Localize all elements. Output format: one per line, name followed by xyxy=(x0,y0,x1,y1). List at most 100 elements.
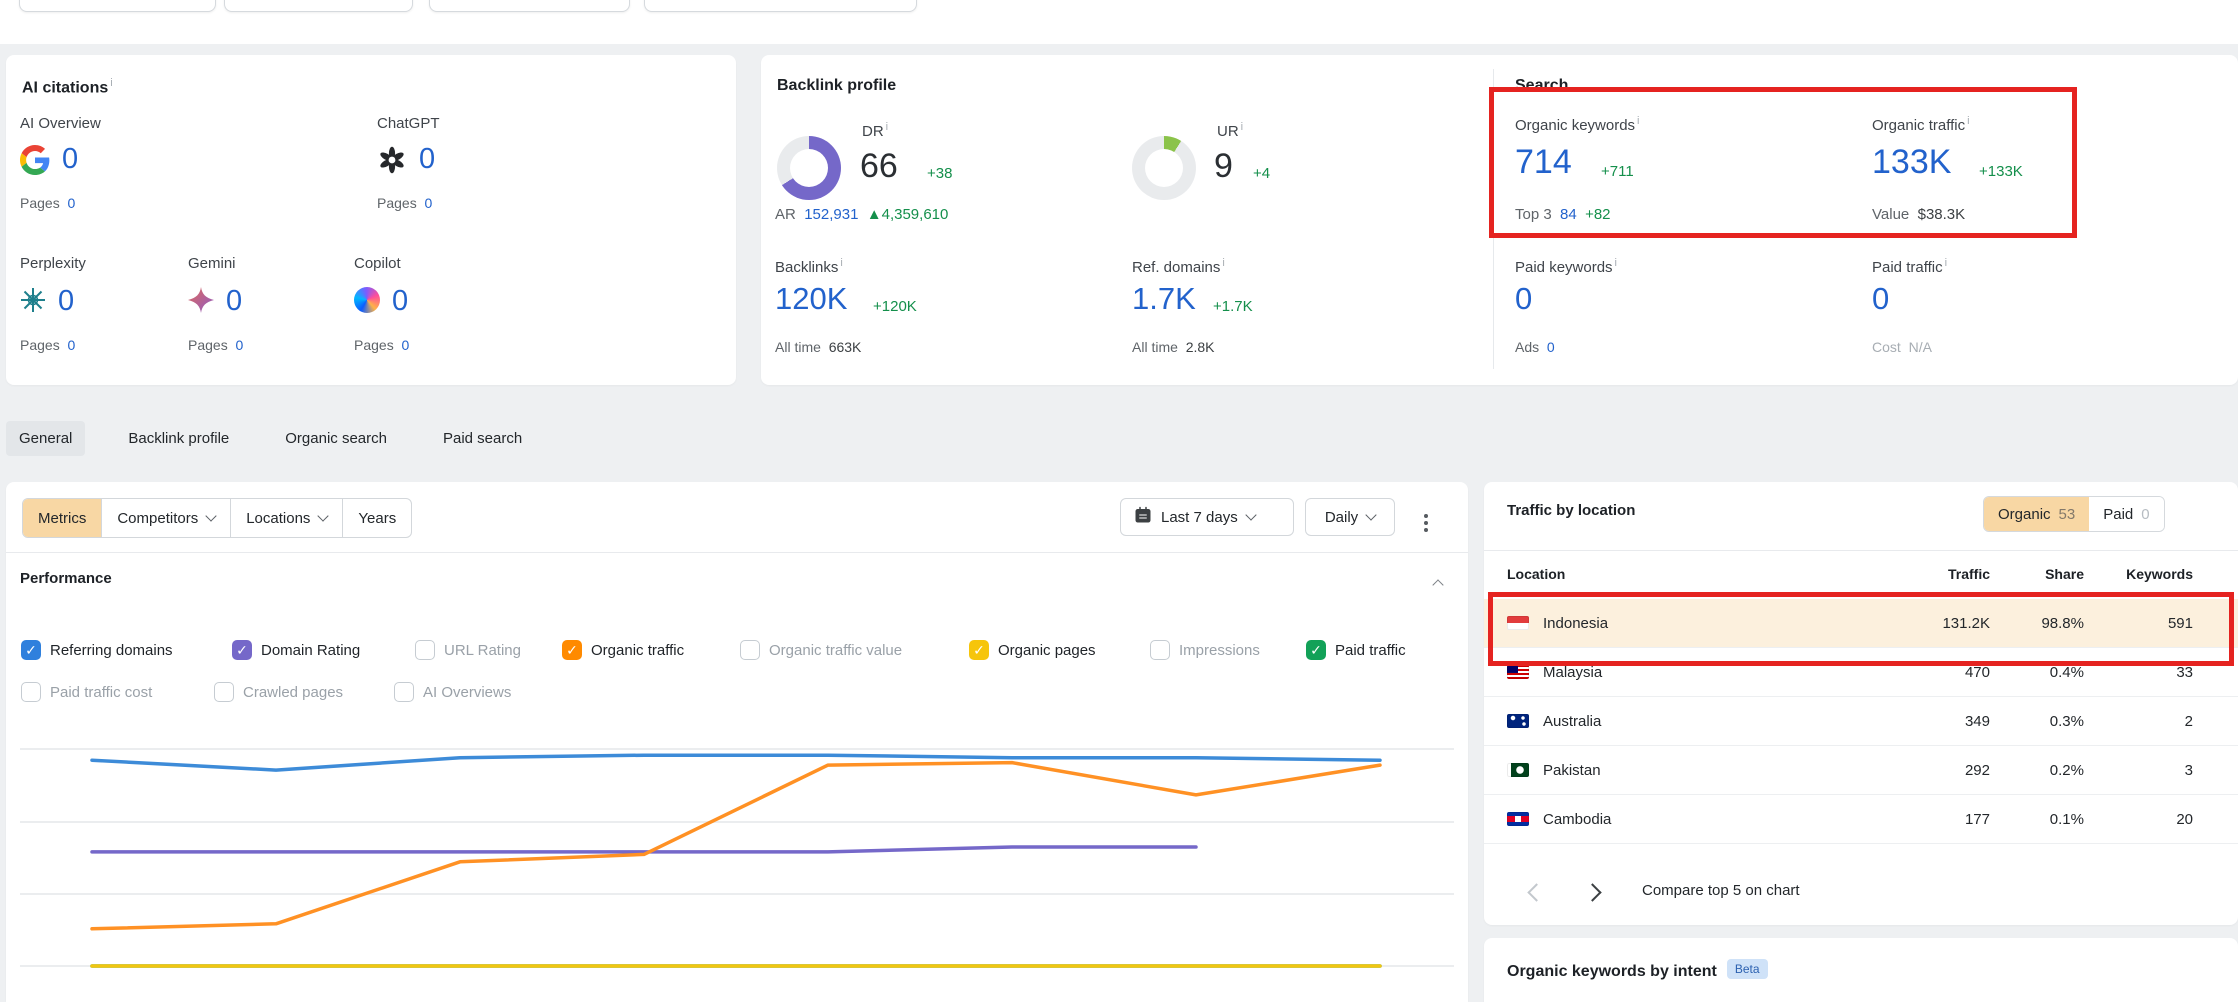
traffic-by-location-title: Traffic by location xyxy=(1507,502,1635,519)
beta-badge: Beta xyxy=(1727,959,1768,979)
section-divider xyxy=(1493,69,1494,369)
chart-line-domain-rating xyxy=(92,847,1196,852)
location-row-cambodia[interactable]: Cambodia 177 0.1% 20 xyxy=(1484,795,2238,844)
domain-overview-page: AI citationsi AI Overview 0 Pages 0 Chat… xyxy=(0,0,2238,1002)
gemini-icon xyxy=(188,287,214,318)
ads-line: Ads 0 xyxy=(1515,339,1555,355)
share-value: 0.3% xyxy=(2050,713,2084,730)
top-input-4[interactable] xyxy=(644,0,917,12)
australia-flag-icon xyxy=(1507,714,1529,728)
next-page-chevron-icon[interactable] xyxy=(1583,883,1601,901)
backlink-profile-title: Backlink profile xyxy=(777,77,896,95)
cost-line: Cost N/A xyxy=(1872,339,1932,355)
organic-traffic-label: Organic traffici xyxy=(1872,115,1970,134)
share-value: 0.4% xyxy=(2050,664,2084,681)
location-row-indonesia[interactable]: Indonesia 131.2K 98.8% 591 xyxy=(1484,599,2238,648)
dr-value: 66 xyxy=(860,147,898,186)
ai-overview-label: AI Overview xyxy=(20,115,101,132)
copilot-pages: Pages 0 xyxy=(354,337,409,353)
ai-citations-card: AI citationsi AI Overview 0 Pages 0 Chat… xyxy=(6,55,736,385)
top-input-1[interactable] xyxy=(19,0,216,12)
ur-value: 9 xyxy=(1214,147,1233,186)
keywords-link[interactable]: 3 xyxy=(2185,762,2193,779)
paid-keywords-label: Paid keywordsi xyxy=(1515,257,1617,276)
prev-page-chevron-icon[interactable] xyxy=(1527,883,1545,901)
intent-title: Organic keywords by intentBeta xyxy=(1507,962,1768,981)
ai-overview-pages: Pages 0 xyxy=(20,195,75,211)
organic-keywords-label: Organic keywordsi xyxy=(1515,115,1640,134)
gemini-pages: Pages 0 xyxy=(188,337,243,353)
info-icon[interactable]: i xyxy=(1967,115,1969,127)
backlinks-value[interactable]: 120K xyxy=(775,281,847,317)
chatgpt-pages: Pages 0 xyxy=(377,195,432,211)
malaysia-flag-icon xyxy=(1507,665,1529,679)
column-header-keywords: Keywords xyxy=(2126,566,2193,582)
tab-organic-search[interactable]: Organic search xyxy=(272,421,400,456)
info-icon[interactable]: i xyxy=(1615,257,1617,269)
location-row-malaysia[interactable]: Malaysia 470 0.4% 33 xyxy=(1484,648,2238,697)
backlinks-label: Backlinksi xyxy=(775,257,843,276)
ai-overview-value[interactable]: 0 xyxy=(62,143,78,176)
top-input-3[interactable] xyxy=(429,0,630,12)
ur-donut-chart xyxy=(1132,136,1196,200)
traffic-value: 177 xyxy=(1965,811,1990,828)
copilot-value[interactable]: 0 xyxy=(392,285,408,318)
organic-keywords-value[interactable]: 714 xyxy=(1515,143,1572,182)
organic-traffic-value[interactable]: 133K xyxy=(1872,143,1951,182)
traffic-by-location-card: Traffic by location Organic53 Paid0 Loca… xyxy=(1484,482,2238,925)
paid-traffic-value[interactable]: 0 xyxy=(1872,281,1889,317)
toggle-paid[interactable]: Paid0 xyxy=(2089,497,2163,531)
organic-paid-toggle: Organic53 Paid0 xyxy=(1983,496,2165,532)
chatgpt-label: ChatGPT xyxy=(377,115,440,132)
ar-line: AR 152,931 ▲4,359,610 xyxy=(775,206,948,223)
location-row-australia[interactable]: Australia 349 0.3% 2 xyxy=(1484,697,2238,746)
report-tabs: General Backlink profile Organic search … xyxy=(6,421,535,456)
info-icon[interactable]: i xyxy=(886,121,888,133)
tab-backlink-profile[interactable]: Backlink profile xyxy=(115,421,242,456)
info-icon[interactable]: i xyxy=(1222,257,1224,269)
divider xyxy=(1484,550,2238,551)
chatgpt-icon xyxy=(377,145,407,180)
info-icon[interactable]: i xyxy=(1241,121,1243,133)
column-header-traffic: Traffic xyxy=(1948,566,1990,582)
keywords-by-intent-card: Organic keywords by intentBeta xyxy=(1484,938,2238,1002)
column-header-location: Location xyxy=(1507,566,1565,582)
tab-general[interactable]: General xyxy=(6,421,85,456)
info-icon[interactable]: i xyxy=(110,77,112,89)
gemini-label: Gemini xyxy=(188,255,236,272)
organic-traffic-delta: +133K xyxy=(1979,163,2023,180)
top-input-2[interactable] xyxy=(224,0,413,12)
perplexity-pages: Pages 0 xyxy=(20,337,75,353)
info-icon[interactable]: i xyxy=(840,257,842,269)
performance-line-chart[interactable] xyxy=(6,482,1468,1002)
ref-domains-value[interactable]: 1.7K xyxy=(1132,281,1196,317)
pakistan-flag-icon xyxy=(1507,763,1529,777)
info-icon[interactable]: i xyxy=(1945,257,1947,269)
perplexity-value[interactable]: 0 xyxy=(58,285,74,318)
compare-top5-link[interactable]: Compare top 5 on chart xyxy=(1642,882,1800,899)
traffic-value-line: Value $38.3K xyxy=(1872,206,1965,223)
chatgpt-value[interactable]: 0 xyxy=(419,143,435,176)
share-value: 0.1% xyxy=(2050,811,2084,828)
share-value: 0.2% xyxy=(2050,762,2084,779)
tab-paid-search[interactable]: Paid search xyxy=(430,421,535,456)
traffic-value: 131.2K xyxy=(1942,615,1990,632)
ai-citations-title: AI citationsi xyxy=(22,77,113,97)
keywords-link[interactable]: 20 xyxy=(2176,811,2193,828)
ref-domains-delta: +1.7K xyxy=(1213,298,1253,315)
keywords-link[interactable]: 591 xyxy=(2168,615,2193,632)
backlinks-delta: +120K xyxy=(873,298,917,315)
gemini-value[interactable]: 0 xyxy=(226,285,242,318)
info-icon[interactable]: i xyxy=(1637,115,1639,127)
dr-delta: +38 xyxy=(927,165,952,182)
traffic-value: 470 xyxy=(1965,664,1990,681)
ur-label: URi xyxy=(1217,121,1243,140)
indonesia-flag-icon xyxy=(1507,616,1529,630)
keywords-link[interactable]: 2 xyxy=(2185,713,2193,730)
keywords-link[interactable]: 33 xyxy=(2176,664,2193,681)
paid-keywords-value[interactable]: 0 xyxy=(1515,281,1532,317)
toggle-organic[interactable]: Organic53 xyxy=(1984,497,2089,531)
copilot-icon xyxy=(354,287,380,313)
performance-card: Metrics Competitors Locations Years Last… xyxy=(6,482,1468,1002)
location-row-pakistan[interactable]: Pakistan 292 0.2% 3 xyxy=(1484,746,2238,795)
